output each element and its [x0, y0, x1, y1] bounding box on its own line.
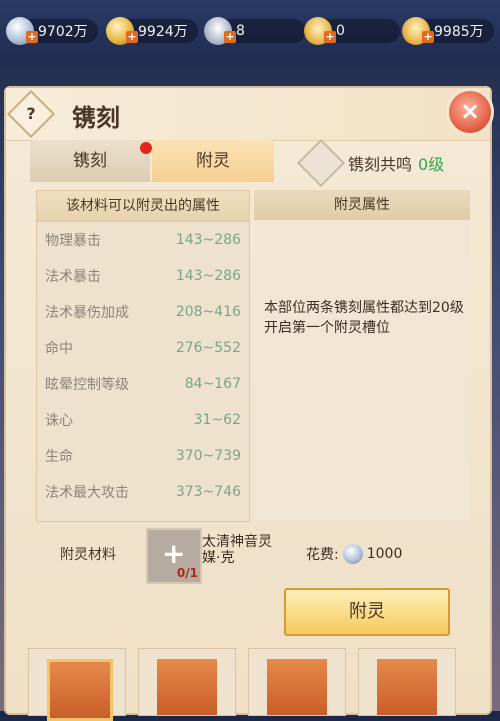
attribute-name: 物理暴击 — [45, 233, 101, 249]
plus-icon[interactable]: + — [126, 31, 138, 43]
attribute-row: 法术最大攻击 373~746 — [37, 474, 249, 510]
currency-value: 9985万 — [434, 24, 484, 40]
attribute-range: 143~286 — [175, 268, 241, 284]
attribute-row: 诛心 31~62 — [37, 402, 249, 438]
material-slot[interactable]: + 0/1 — [146, 528, 202, 584]
currency-value: 8 — [236, 23, 245, 39]
currency-value: 0 — [336, 23, 345, 39]
attribute-row: 命中 276~552 — [37, 330, 249, 366]
attribute-range: 31~62 — [193, 412, 241, 428]
resonance-level: 0级 — [418, 155, 445, 174]
engrave-panel: ? 镌刻 × 镌刻 附灵 镌刻共鸣 0级 该材料可以附灵出的属性 物理暴击 14… — [4, 86, 494, 721]
currency-value: 9702万 — [38, 24, 88, 40]
currency-silver-coin[interactable]: 9702万 + — [6, 17, 98, 45]
resonance-label: 镌刻共鸣 — [348, 155, 413, 174]
panel-title: 镌刻 — [72, 104, 120, 132]
currency-gold-coin[interactable]: 9924万 + — [106, 17, 198, 45]
resonance-indicator[interactable]: 镌刻共鸣 0级 — [296, 138, 445, 188]
equipment-item[interactable] — [248, 648, 346, 716]
enchant-button[interactable]: 附灵 — [284, 588, 450, 636]
equipment-list — [28, 648, 478, 721]
material-name: 太清神音灵媒·克 — [202, 534, 272, 566]
attribute-range: 276~552 — [175, 340, 241, 356]
silver-ring-icon — [267, 659, 327, 715]
attribute-range: 370~739 — [175, 448, 241, 464]
attribute-range: 208~416 — [175, 304, 241, 320]
tab-enchant[interactable]: 附灵 — [152, 140, 274, 182]
attribute-row: 眩晕控制等级 84~167 — [37, 366, 249, 402]
help-button[interactable]: ? — [6, 89, 56, 139]
plus-icon[interactable]: + — [422, 31, 434, 43]
plus-icon[interactable]: + — [26, 31, 38, 43]
enchant-attribute-header: 附灵属性 — [254, 190, 470, 220]
attribute-row: 生命 370~739 — [37, 438, 249, 474]
attribute-range: 84~167 — [184, 376, 241, 392]
equipment-item[interactable] — [358, 648, 456, 716]
dragon-claw-weapon-icon — [47, 659, 113, 721]
attribute-name: 眩晕控制等级 — [45, 377, 129, 393]
plus-icon[interactable]: + — [224, 31, 236, 43]
attribute-name: 法术暴击 — [45, 269, 101, 285]
silver-coin-icon — [342, 544, 363, 564]
attribute-range: 143~286 — [175, 232, 241, 248]
enchant-attribute-panel: 附灵属性 本部位两条镌刻属性都达到20级开启第一个附灵槽位 — [254, 190, 470, 520]
attribute-range: 373~746 — [175, 484, 241, 500]
enchant-description: 本部位两条镌刻属性都达到20级开启第一个附灵槽位 — [264, 300, 464, 336]
resonance-icon — [296, 138, 346, 188]
equipment-item[interactable] — [28, 648, 126, 721]
attribute-name: 生命 — [45, 449, 73, 465]
silver-ring-icon — [377, 659, 437, 715]
cost-value: 1000 — [366, 546, 403, 562]
attribute-row: 法术暴击 143~286 — [37, 258, 249, 294]
material-count: 0/1 — [176, 566, 198, 580]
attribute-list-header: 该材料可以附灵出的属性 — [37, 191, 249, 222]
close-button[interactable]: × — [446, 88, 494, 136]
attribute-list: 该材料可以附灵出的属性 物理暴击 143~286 法术暴击 143~286 法术… — [36, 190, 250, 522]
plus-icon[interactable]: + — [324, 31, 336, 43]
equipment-item[interactable] — [138, 648, 236, 716]
cost-label: 花费: — [306, 547, 339, 563]
notification-dot — [140, 142, 152, 154]
cost-display: 花费: 1000 — [306, 544, 402, 564]
currency-silver-ingot[interactable]: 8 + — [204, 17, 306, 45]
question-icon: ? — [26, 104, 36, 123]
purple-blade-weapon-icon — [157, 659, 217, 715]
material-label: 附灵材料 — [60, 547, 116, 563]
add-icon: + — [162, 537, 186, 570]
attribute-name: 法术最大攻击 — [45, 485, 129, 501]
currency-gold-ingot[interactable]: 0 + — [304, 17, 400, 45]
tab-engrave[interactable]: 镌刻 — [30, 140, 150, 182]
attribute-name: 法术暴伤加成 — [45, 305, 129, 321]
attribute-name: 诛心 — [45, 413, 73, 429]
attribute-row: 物理暴击 143~286 — [37, 222, 249, 258]
attribute-row: 法术暴伤加成 208~416 — [37, 294, 249, 330]
currency-value: 9924万 — [138, 24, 188, 40]
currency-bar: 9702万 + 9924万 + 8 + 0 + 9985万 + — [0, 0, 500, 62]
attribute-name: 命中 — [45, 341, 73, 357]
panel-header: ? 镌刻 × — [6, 88, 494, 141]
currency-gold-ingot-2[interactable]: 9985万 + — [402, 17, 494, 45]
